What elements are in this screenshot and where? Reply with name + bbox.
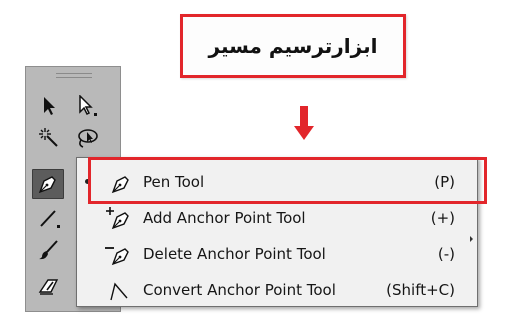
menu-item-label: Delete Anchor Point Tool xyxy=(143,245,326,263)
menu-item-add-anchor-point-tool[interactable]: Add Anchor Point Tool (+) xyxy=(77,200,477,236)
convert-anchor-icon xyxy=(110,282,128,301)
line-segment-icon xyxy=(40,210,60,228)
menu-item-shortcut: (+) xyxy=(430,209,455,227)
delete-anchor-pen-icon xyxy=(105,247,129,266)
direct-selection-tool[interactable] xyxy=(72,91,102,121)
caption-text: ابزارترسیم مسیر xyxy=(208,34,378,58)
panel-grip[interactable] xyxy=(56,73,92,78)
add-anchor-pen-icon xyxy=(106,207,129,230)
menu-item-shortcut: (Shift+C) xyxy=(386,281,455,299)
pen-icon xyxy=(38,176,56,194)
caption-callout: ابزارترسیم مسیر xyxy=(180,14,406,78)
magic-wand-icon xyxy=(39,128,58,147)
menu-item-shortcut: (-) xyxy=(437,245,455,263)
lasso-tool[interactable] xyxy=(72,123,102,153)
pen-tool-button[interactable] xyxy=(32,169,64,199)
down-arrow-icon xyxy=(294,106,314,140)
pencil-eraser-icon xyxy=(38,279,59,295)
pen-tool-highlight xyxy=(88,157,487,204)
menu-item-label: Convert Anchor Point Tool xyxy=(143,281,336,299)
lasso-icon xyxy=(78,129,98,148)
magic-wand-tool[interactable] xyxy=(34,123,64,153)
paintbrush-icon xyxy=(39,240,58,260)
selection-arrow-icon xyxy=(44,97,55,115)
selection-tool[interactable] xyxy=(34,91,64,121)
direct-selection-arrow-icon xyxy=(79,95,97,116)
menu-item-label: Add Anchor Point Tool xyxy=(143,209,306,227)
menu-item-convert-anchor-point-tool[interactable]: Convert Anchor Point Tool (Shift+C) xyxy=(77,272,477,308)
menu-item-delete-anchor-point-tool[interactable]: Delete Anchor Point Tool (-) xyxy=(77,236,477,272)
flyout-tearoff-arrow-icon[interactable] xyxy=(470,236,473,242)
paintbrush-tool[interactable] xyxy=(34,235,64,265)
line-segment-tool[interactable] xyxy=(34,203,64,233)
pencil-eraser-tool[interactable] xyxy=(34,271,64,301)
